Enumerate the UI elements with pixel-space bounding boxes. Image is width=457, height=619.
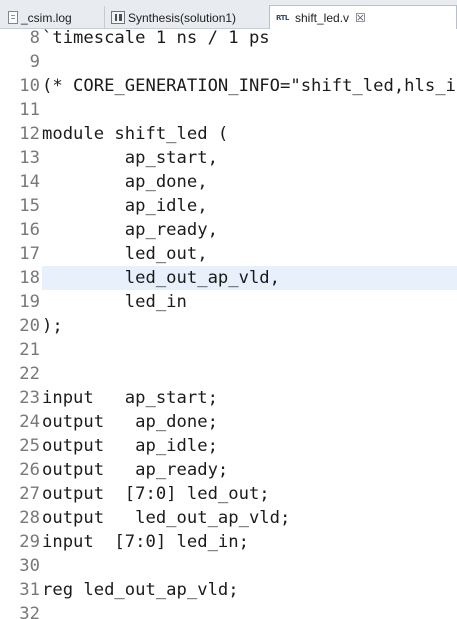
code-line[interactable]: 29 input [7:0] led_in; (0, 530, 457, 554)
code-line[interactable]: 14 ap_done, (0, 170, 457, 194)
code-text[interactable]: ap_ready, (42, 218, 457, 242)
code-line[interactable]: 23 input ap_start; (0, 386, 457, 410)
code-text[interactable]: reg led_out_ap_vld; (42, 578, 457, 602)
code-line[interactable]: 12 module shift_led ( (0, 122, 457, 146)
line-number: 30 (19, 556, 40, 576)
code-text[interactable]: input ap_start; (42, 386, 457, 410)
code-line[interactable]: 19 led_in (0, 290, 457, 314)
code-line[interactable]: 30 (0, 554, 457, 578)
code-text[interactable]: (* CORE_GENERATION_INFO="shift_led,hls_i (42, 74, 457, 98)
code-text[interactable]: ap_start, (42, 146, 457, 170)
line-number: 14 (19, 172, 40, 192)
line-number: 23 (19, 388, 40, 408)
line-number: 24 (19, 412, 40, 432)
synthesis-report-icon (111, 11, 125, 24)
line-number: 26 (19, 460, 40, 480)
line-number: 32 (19, 604, 40, 619)
code-text[interactable]: output ap_idle; (42, 434, 457, 458)
code-line[interactable]: 28 output led_out_ap_vld; (0, 506, 457, 530)
line-number: 12 (19, 124, 40, 144)
code-line[interactable]: 22 (0, 362, 457, 386)
tab-label: _csim.log (21, 10, 72, 25)
code-line[interactable]: 24 output ap_done; (0, 410, 457, 434)
line-number: 31 (19, 580, 40, 600)
code-text[interactable]: ); (42, 314, 457, 338)
code-line[interactable]: 20); (0, 314, 457, 338)
line-number: 19 (19, 292, 40, 312)
tab-shift-led-v[interactable]: RTL shift_led.v ☒ (269, 5, 457, 30)
code-line[interactable]: 21 (0, 338, 457, 362)
code-text[interactable]: input [7:0] led_in; (42, 530, 457, 554)
code-line[interactable]: 17 led_out, (0, 242, 457, 266)
code-text[interactable]: ap_idle, (42, 194, 457, 218)
line-number: 20 (19, 316, 40, 336)
line-number: 25 (19, 436, 40, 456)
code-text[interactable]: led_in (42, 290, 457, 314)
code-line[interactable]: 15 ap_idle, (0, 194, 457, 218)
code-line[interactable]: 11 (0, 98, 457, 122)
code-line[interactable]: 26 output ap_ready; (0, 458, 457, 482)
line-number: 27 (19, 484, 40, 504)
code-line[interactable]: 9 (0, 50, 457, 74)
line-number: 16 (19, 220, 40, 240)
line-number: 10 (19, 76, 40, 96)
code-text[interactable]: module shift_led ( (42, 122, 457, 146)
tab-label: Synthesis(solution1) (128, 10, 237, 25)
line-number: 17 (19, 244, 40, 264)
code-text[interactable]: led_out_ap_vld, (42, 266, 457, 290)
tab-synthesis[interactable]: Synthesis(solution1) (104, 6, 268, 29)
code-text[interactable]: output led_out_ap_vld; (42, 506, 457, 530)
line-number: 9 (29, 52, 40, 72)
document-icon (8, 11, 18, 24)
code-line[interactable]: 32 (0, 602, 457, 619)
close-icon[interactable]: ☒ (355, 12, 366, 24)
editor-tab-bar: _csim.log Synthesis(solution1) RTL shift… (0, 0, 457, 30)
code-line[interactable]: 8 `timescale 1 ns / 1 ps (0, 29, 457, 50)
code-line[interactable]: 25 output ap_idle; (0, 434, 457, 458)
code-line[interactable]: 16 ap_ready, (0, 218, 457, 242)
code-editor[interactable]: 8 `timescale 1 ns / 1 ps 9 10 (* CORE_GENERA… (0, 29, 457, 619)
code-line[interactable]: 13 ap_start, (0, 146, 457, 170)
tab-csim-log[interactable]: _csim.log (0, 6, 104, 29)
line-number: 18 (19, 268, 40, 288)
line-number: 22 (19, 364, 40, 384)
code-line[interactable]: 27 output [7:0] led_out; (0, 482, 457, 506)
code-text[interactable]: output [7:0] led_out; (42, 482, 457, 506)
code-text[interactable]: led_out, (42, 242, 457, 266)
code-text[interactable]: output ap_done; (42, 410, 457, 434)
line-number: 15 (19, 196, 40, 216)
code-text[interactable]: ap_done, (42, 170, 457, 194)
code-text[interactable]: output ap_ready; (42, 458, 457, 482)
code-line[interactable]: 18 led_out_ap_vld, (0, 266, 457, 290)
line-number: 21 (19, 340, 40, 360)
code-line[interactable]: 10 (* CORE_GENERATION_INFO="shift_led,hls… (0, 74, 457, 98)
rtl-file-icon: RTL (276, 14, 289, 22)
tab-label: shift_led.v (295, 11, 350, 25)
code-line[interactable]: 31 reg led_out_ap_vld; (0, 578, 457, 602)
line-number: 11 (19, 100, 40, 120)
line-number: 29 (19, 532, 40, 552)
code-text[interactable]: `timescale 1 ns / 1 ps (42, 29, 457, 50)
line-number: 8 (29, 29, 40, 48)
line-number: 13 (19, 148, 40, 168)
line-number: 28 (19, 508, 40, 528)
